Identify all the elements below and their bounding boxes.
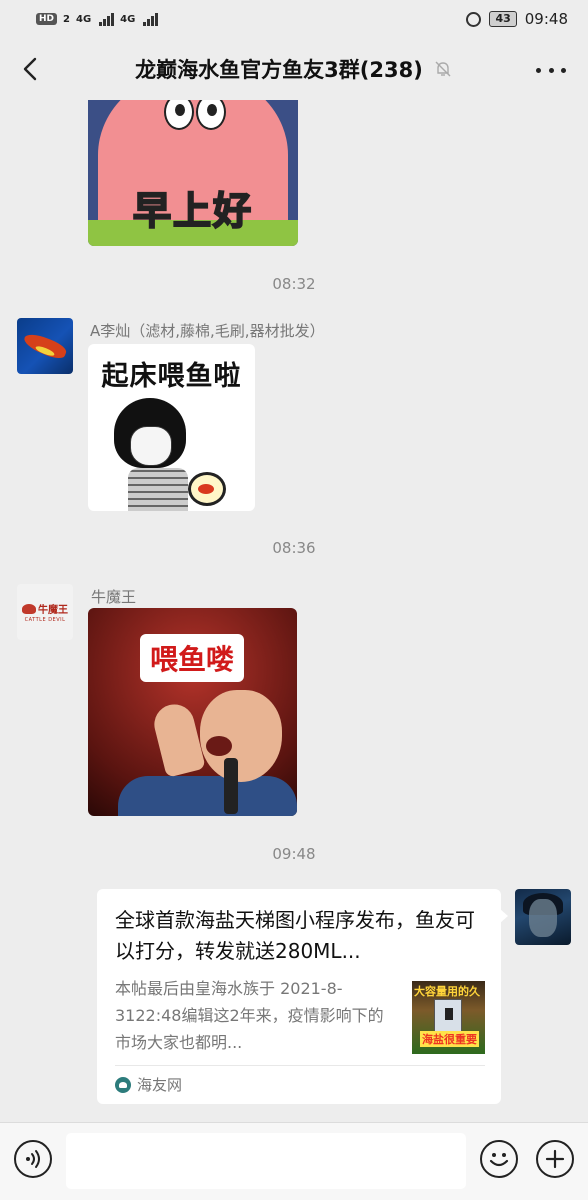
message-input[interactable] [66, 1133, 466, 1189]
network2-label: 4G [120, 13, 136, 25]
thumbnail-text-top: 大容量用的久 [414, 985, 480, 998]
sticker-mouth [206, 736, 232, 756]
chat-title: 龙巅海水鱼官方鱼友3群(238) [135, 58, 423, 82]
sender-name: A李灿（滤材,藤棉,毛刷,器材批发） [90, 322, 325, 340]
sticker-message-good-morning[interactable]: 早上好 [88, 100, 298, 246]
title-wrap: 龙巅海水鱼官方鱼友3群(238) [135, 54, 453, 84]
more-dots-icon [561, 67, 566, 73]
timestamp: 08:32 [272, 275, 316, 293]
plus-button[interactable] [536, 1140, 574, 1178]
avatar-graphic [529, 899, 557, 937]
fish-graphic [198, 484, 214, 494]
avatar-self[interactable] [515, 889, 571, 945]
status-left: HD 2 4G 4G [36, 12, 159, 26]
chat-header: 龙巅海水鱼官方鱼友3群(238) [0, 38, 588, 100]
status-time: 09:48 [524, 10, 568, 28]
avatar[interactable] [17, 318, 73, 374]
bell-off-icon [433, 59, 453, 79]
network1-label: 4G [75, 13, 92, 25]
sticker-coat [118, 776, 297, 816]
source-name: 海友网 [137, 1076, 183, 1094]
alarm-icon [466, 11, 482, 27]
microphone-graphic [224, 758, 238, 814]
sticker-face [130, 426, 172, 466]
link-card-body: 本帖最后由皇海水族于 2021-8-3122:48编辑这2年来，疫情影响下的市场… [115, 975, 485, 1071]
thumbnail-text-bottom: 海盐很重要 [420, 1031, 479, 1047]
sticker-caption: 喂鱼喽 [149, 643, 234, 676]
input-bar [0, 1122, 588, 1200]
voice-icon [26, 1150, 40, 1168]
source-app-icon [115, 1076, 131, 1093]
chat-message-list[interactable]: 早上好 08:32 A李灿（滤材,藤棉,毛刷,器材批发） 起床喂鱼啦 08:36… [0, 100, 588, 1122]
link-card-thumbnail: 大容量用的久 海盐很重要 [412, 981, 485, 1054]
back-button[interactable] [16, 54, 46, 84]
more-dots-icon [548, 67, 554, 73]
link-card-title: 全球首款海盐天梯图小程序发布，鱼友可以打分，转发就送280ML... [115, 908, 475, 963]
emoji-button[interactable] [480, 1140, 518, 1178]
avatar-fish-graphic [21, 330, 69, 362]
sticker-shirt [128, 468, 188, 511]
timestamp: 08:36 [272, 539, 316, 557]
bull-icon [22, 603, 36, 614]
sim1-label: 2 [63, 13, 70, 25]
link-card-source: 海友网 [115, 1074, 182, 1095]
avatar[interactable]: 牛魔王 CATTLE DEVIL [17, 584, 73, 640]
sticker-caption: 起床喂鱼啦 [101, 361, 242, 392]
avatar-logo: 牛魔王 [22, 601, 68, 616]
thumbnail-product [434, 999, 462, 1033]
sender-name: 牛魔王 [91, 588, 137, 606]
sticker-message-feed-fish[interactable]: 喂鱼喽 [88, 608, 297, 816]
emoji-icon [489, 1153, 509, 1167]
timestamp: 09:48 [272, 845, 316, 863]
sticker-message-wake-up[interactable]: 起床喂鱼啦 [88, 344, 255, 511]
status-bar: HD 2 4G 4G 43 09:48 [0, 0, 588, 38]
signal-icon [143, 12, 159, 26]
plus-icon [545, 1149, 565, 1169]
avatar-logo-text: 牛魔王 [38, 605, 68, 616]
voice-button[interactable] [14, 1140, 52, 1178]
hd-badge: HD [36, 13, 58, 25]
sticker-character [200, 690, 282, 782]
sticker-caption: 早上好 [132, 188, 253, 234]
avatar-logo-subtext: CATTLE DEVIL [24, 617, 66, 623]
link-card-divider [115, 1065, 485, 1066]
back-chevron-icon [23, 57, 37, 81]
sticker-hand [150, 700, 206, 778]
signal-icon [99, 12, 115, 26]
more-button[interactable] [536, 58, 566, 82]
more-dots-icon [536, 67, 541, 73]
link-card-description: 本帖最后由皇海水族于 2021-8-3122:48编辑这2年来，疫情影响下的市场… [115, 979, 384, 1052]
status-right: 43 09:48 [466, 10, 568, 28]
battery-indicator: 43 [489, 11, 517, 27]
link-card-message[interactable]: 全球首款海盐天梯图小程序发布，鱼友可以打分，转发就送280ML... 本帖最后由… [97, 889, 508, 1104]
